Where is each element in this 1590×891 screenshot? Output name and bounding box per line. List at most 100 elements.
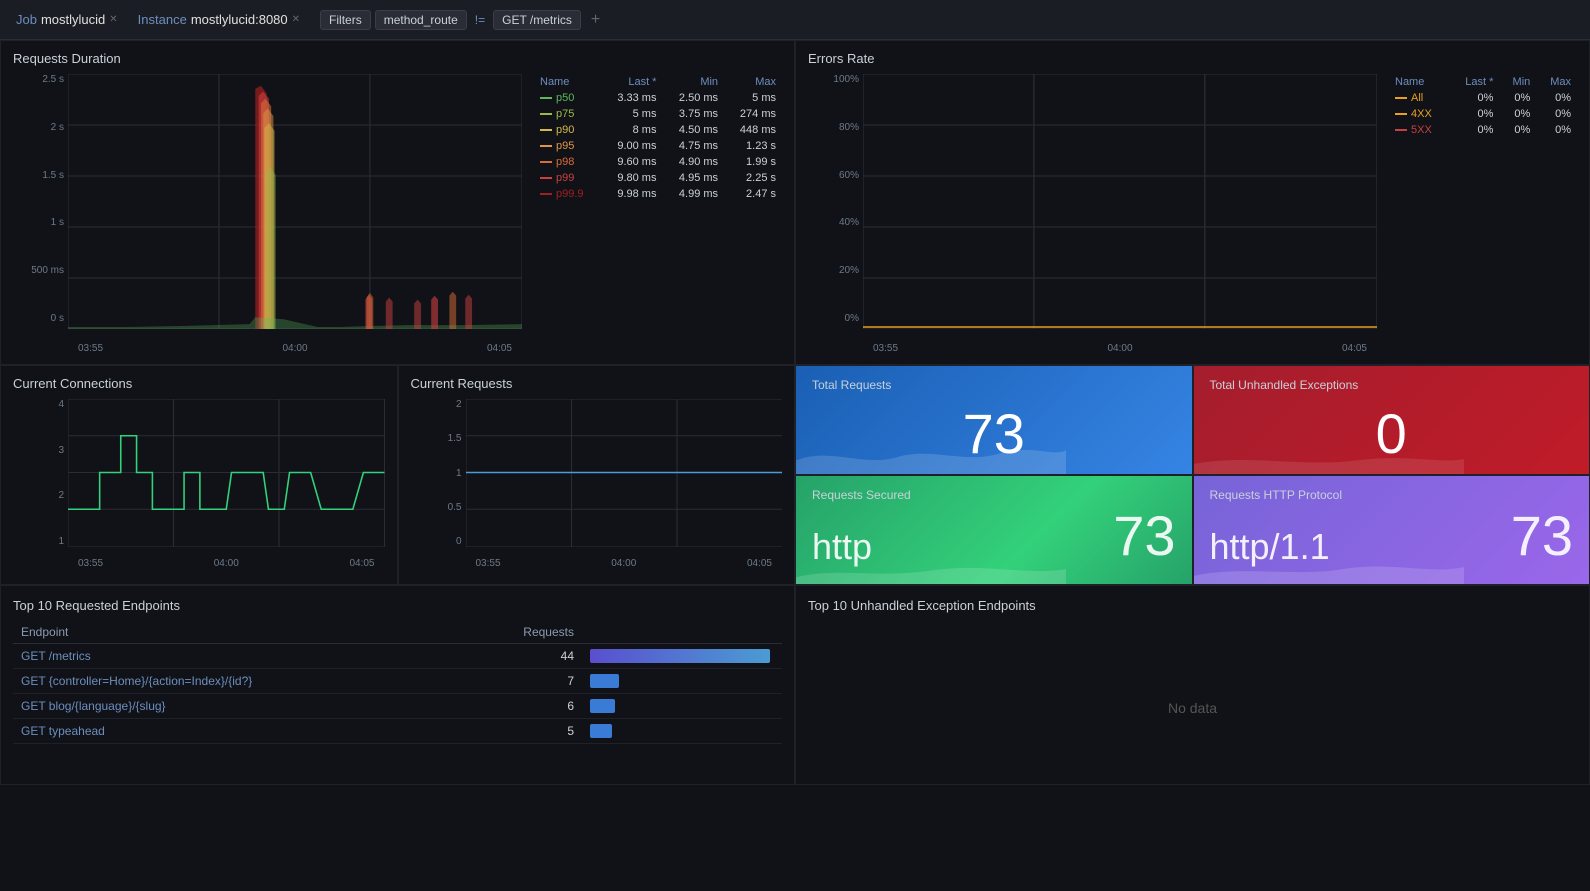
req-duration-x-axis: 03:55 04:00 04:05 [68,343,522,354]
crx-0355: 03:55 [476,558,501,569]
y-40pct: 40% [839,217,859,228]
err-col-min: Min [1499,74,1536,90]
filter-value: GET /metrics [493,10,581,30]
legend-last: 9.98 ms [601,186,663,202]
filters-label[interactable]: Filters [320,10,371,30]
ex-0405: 04:05 [1342,343,1367,354]
err-last: 0% [1450,90,1500,106]
err-min: 0% [1499,122,1536,138]
endpoint-bar [582,719,782,744]
err-max: 0% [1536,90,1577,106]
crq-y15: 1.5 [448,433,462,444]
filter-op: != [471,11,489,29]
conn-svg [68,399,385,547]
requests-duration-title: Requests Duration [13,51,782,66]
err-legend-row: 5XX 0% 0% 0% [1389,122,1577,138]
job-value: mostlylucid [41,12,105,27]
legend-row: p90 8 ms 4.50 ms 448 ms [534,122,782,138]
endpoint-bar [582,694,782,719]
legend-row: p99 9.80 ms 4.95 ms 2.25 s [534,170,782,186]
conn-y-axis: 4 3 2 1 [13,399,68,547]
endpoint-count: 5 [461,719,582,744]
legend-max: 5 ms [724,90,782,106]
nav-job[interactable]: Job mostlylucid ✕ [8,8,126,31]
filter-key-pill[interactable]: method_route [375,10,467,30]
total-unhandled-value: 0 [1210,406,1574,462]
ep-col-endpoint: Endpoint [13,621,461,644]
y-label-1s: 1 s [51,217,64,228]
endpoint-count: 7 [461,669,582,694]
current-connections-panel: Current Connections 4 3 2 1 [0,365,398,585]
endpoint-count: 44 [461,644,582,669]
legend-last: 8 ms [601,122,663,138]
endpoint-row: GET /metrics 44 [13,644,782,669]
instance-value: mostlylucid:8080 [191,12,288,27]
legend-last: 3.33 ms [601,90,663,106]
requests-secured-value: 73 [1113,503,1175,568]
cx-0355: 03:55 [78,558,103,569]
errors-rate-panel: Errors Rate 100% 80% 60% 40% 20% 0% [795,40,1590,365]
endpoint-name[interactable]: GET typeahead [13,719,461,744]
endpoint-name[interactable]: GET /metrics [13,644,461,669]
err-name: 4XX [1389,106,1450,122]
requests-secured-title: Requests Secured [812,488,1176,502]
connections-chart-wrap: 4 3 2 1 [13,399,385,569]
legend-min: 4.75 ms [662,138,724,154]
crq-y2: 2 [456,399,462,410]
filters-text: Filters [329,13,362,27]
crx-0400: 04:00 [611,558,636,569]
legend-name: p95 [534,138,601,154]
no-data-label: No data [808,621,1577,795]
top10-exceptions-panel: Top 10 Unhandled Exception Endpoints No … [795,585,1590,785]
y-label-2s: 2 s [51,122,64,133]
legend-row: p95 9.00 ms 4.75 ms 1.23 s [534,138,782,154]
filter-key: method_route [384,13,458,27]
crq-y05: 0.5 [448,502,462,513]
y-label-2-5s: 2.5 s [42,74,64,85]
total-unhandled-card: Total Unhandled Exceptions 0 [1193,365,1590,475]
legend-min: 2.50 ms [662,90,724,106]
nav-filters: Filters method_route != GET /metrics + [320,9,606,31]
conn-y1: 1 [58,536,64,547]
errors-legend-table: Name Last * Min Max All 0% 0% 0% 4XX 0% … [1389,74,1577,138]
legend-max: 1.23 s [724,138,782,154]
legend-min: 4.90 ms [662,154,724,170]
cur-req-y-axis: 2 1.5 1 0.5 0 [411,399,466,547]
legend-max: 2.25 s [724,170,782,186]
top10-endpoints-title: Top 10 Requested Endpoints [13,598,782,613]
legend-name: p99.9 [534,186,601,202]
instance-close-icon[interactable]: ✕ [292,14,300,25]
endpoint-name[interactable]: GET {controller=Home}/{action=Index}/{id… [13,669,461,694]
ep-col-requests: Requests [461,621,582,644]
endpoint-bar [582,669,782,694]
endpoint-row: GET {controller=Home}/{action=Index}/{id… [13,669,782,694]
ex-0355: 03:55 [873,343,898,354]
legend-last: 5 ms [601,106,663,122]
connections-title: Current Connections [13,376,385,391]
metrics-row: Total Requests 73 Total Unhandled Except… [795,365,1590,585]
cx-0405: 04:05 [349,558,374,569]
y-0pct: 0% [845,313,859,324]
cur-req-chart-wrap: 2 1.5 1 0.5 0 [411,399,783,569]
errors-y-axis: 100% 80% 60% 40% 20% 0% [808,74,863,324]
err-col-max: Max [1536,74,1577,90]
x-label-0355: 03:55 [78,343,103,354]
top10-endpoints-panel: Top 10 Requested Endpoints Endpoint Requ… [0,585,795,785]
add-filter-button[interactable]: + [585,9,606,31]
legend-name: p50 [534,90,601,106]
legend-row: p99.9 9.98 ms 4.99 ms 2.47 s [534,186,782,202]
cx-0400: 04:00 [214,558,239,569]
legend-col-last: Last * [601,74,663,90]
current-requests-panel: Current Requests 2 1.5 1 0.5 0 [398,365,796,585]
endpoint-row: GET blog/{language}/{slug} 6 [13,694,782,719]
legend-name: p99 [534,170,601,186]
nav-instance[interactable]: Instance mostlylucid:8080 ✕ [130,8,308,31]
y-label-1-5s: 1.5 s [42,170,64,181]
errors-x-axis: 03:55 04:00 04:05 [863,343,1377,354]
job-close-icon[interactable]: ✕ [109,14,117,25]
err-name: 5XX [1389,122,1450,138]
legend-max: 274 ms [724,106,782,122]
legend-col-min: Min [662,74,724,90]
endpoint-name[interactable]: GET blog/{language}/{slug} [13,694,461,719]
errors-legend: Name Last * Min Max All 0% 0% 0% 4XX 0% … [1377,74,1577,354]
